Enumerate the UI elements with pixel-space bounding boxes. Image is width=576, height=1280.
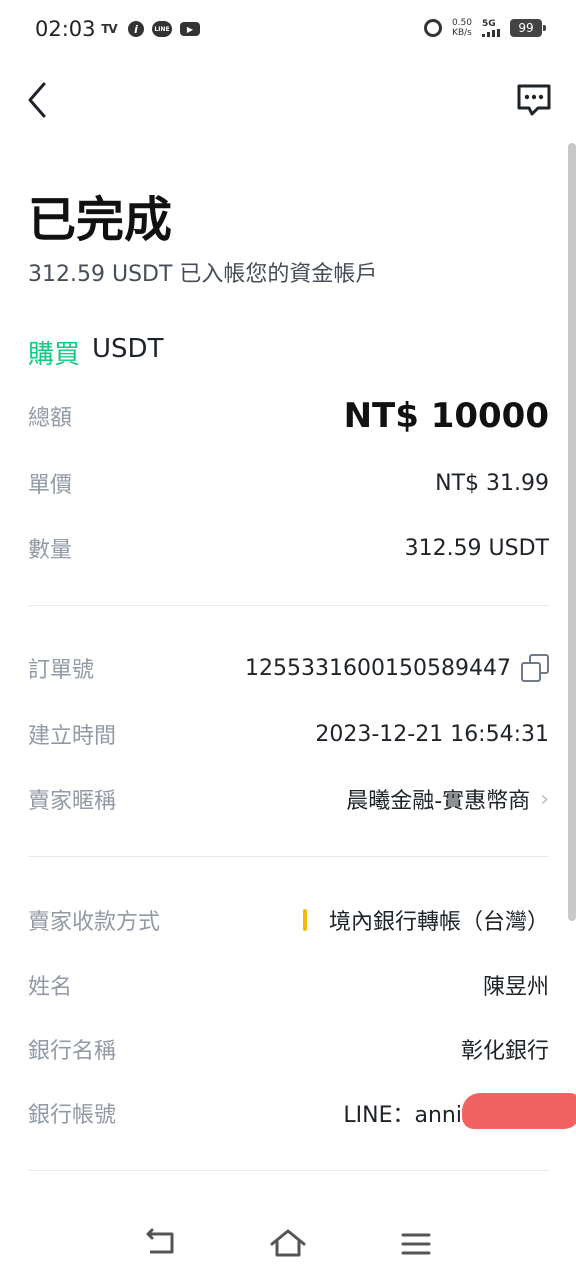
bank-account-value: LINE：anni — [343, 1103, 462, 1128]
copy-icon[interactable] — [521, 654, 549, 682]
payee-name-value: 陳昱州 — [482, 975, 549, 1000]
menu-icon — [401, 1233, 431, 1255]
quantity-row: 數量 312.59 USDT — [28, 532, 549, 564]
price-label: 單價 — [28, 473, 73, 498]
system-nav-bar — [0, 1200, 576, 1280]
chevron-left-icon — [28, 82, 46, 118]
status-bar: 02:03 TV i LINE ▶ 0.50 KB/s 5G 99 — [0, 0, 576, 62]
order-number-row: 訂單號 1255331600150589447 — [28, 652, 549, 684]
youtube-icon: ▶ — [180, 22, 200, 36]
home-icon — [270, 1229, 306, 1257]
back-button[interactable] — [22, 80, 58, 120]
back-nav-icon — [146, 1228, 174, 1254]
chevron-right-icon: › — [540, 786, 549, 812]
bank-name-label: 銀行名稱 — [28, 1039, 117, 1064]
chat-bubble-icon — [517, 84, 551, 116]
divider — [28, 856, 549, 857]
payment-marker-icon — [302, 909, 307, 931]
seller-nickname-row[interactable]: 賣家暱稱 晨曦金融-實惠幣商 › — [28, 783, 549, 815]
quantity-label: 數量 — [28, 538, 73, 563]
alarm-icon — [423, 19, 442, 37]
system-back-button[interactable] — [140, 1226, 180, 1262]
seller-nickname-wrap[interactable]: 晨曦金融-實惠幣商 › — [346, 783, 549, 815]
net-speed: 0.50 KB/s — [452, 18, 472, 38]
nav-bar — [0, 70, 576, 130]
payment-method-value: 境內銀行轉帳（台灣） — [328, 910, 549, 935]
bank-account-row: 銀行帳號 LINE：anni — [28, 1097, 462, 1129]
created-time-value: 2023-12-21 16:54:31 — [315, 721, 549, 747]
signal-icon: 5G — [482, 18, 500, 37]
order-number-value: 1255331600150589447 — [245, 655, 511, 681]
price-value: NT$ 31.99 — [435, 470, 549, 496]
redaction-mark — [462, 1093, 576, 1129]
battery-icon: 99 — [510, 19, 546, 37]
status-subtitle: 312.59 USDT 已入帳您的資金帳戶 — [28, 262, 378, 287]
divider — [28, 1170, 549, 1171]
bank-name-value: 彰化銀行 — [460, 1039, 549, 1064]
battery-level: 99 — [518, 21, 534, 35]
page-title: 已完成 — [28, 192, 173, 248]
total-value: NT$ 10000 — [343, 396, 549, 436]
line-icon: LINE — [152, 21, 172, 37]
seller-nickname-label: 賣家暱稱 — [28, 789, 117, 814]
status-icons-right: 0.50 KB/s 5G 99 — [423, 18, 546, 38]
payee-name-label: 姓名 — [28, 975, 73, 1000]
net-speed-unit: KB/s — [452, 28, 472, 38]
seller-nickname-value: 晨曦金融-實惠幣商 — [346, 789, 531, 814]
payee-name-row: 姓名 陳昱州 — [28, 969, 549, 1001]
order-side: 購買 — [28, 340, 81, 370]
system-menu-button[interactable] — [396, 1226, 436, 1262]
order-number-label: 訂單號 — [28, 658, 95, 683]
net-speed-value: 0.50 — [451, 18, 472, 28]
tv-icon: TV — [101, 22, 117, 36]
price-row: 單價 NT$ 31.99 — [28, 467, 549, 499]
network-type: 5G — [482, 18, 496, 29]
info-icon: i — [128, 21, 144, 37]
system-home-button[interactable] — [268, 1226, 308, 1262]
scrollbar[interactable] — [568, 143, 576, 921]
bank-account-label: 銀行帳號 — [28, 1103, 117, 1128]
order-coin: USDT — [92, 334, 164, 364]
created-time-label: 建立時間 — [28, 724, 117, 749]
bank-name-row: 銀行名稱 彰化銀行 — [28, 1033, 549, 1065]
payment-method-label: 賣家收款方式 — [28, 910, 161, 935]
total-row: 總額 NT$ 10000 — [28, 396, 549, 436]
divider — [28, 605, 549, 606]
payment-method-row: 賣家收款方式 境內銀行轉帳（台灣） — [28, 904, 549, 936]
status-time: 02:03 — [35, 17, 96, 41]
created-time-row: 建立時間 2023-12-21 16:54:31 — [28, 718, 549, 750]
total-label: 總額 — [28, 406, 73, 431]
quantity-value: 312.59 USDT — [404, 535, 549, 561]
payment-method-wrap: 境內銀行轉帳（台灣） — [302, 904, 549, 936]
status-icons-left: TV i LINE ▶ — [98, 20, 200, 38]
chat-button[interactable] — [514, 80, 554, 120]
order-number-wrap: 1255331600150589447 — [245, 654, 549, 682]
order-type: 購買 USDT — [28, 334, 163, 371]
